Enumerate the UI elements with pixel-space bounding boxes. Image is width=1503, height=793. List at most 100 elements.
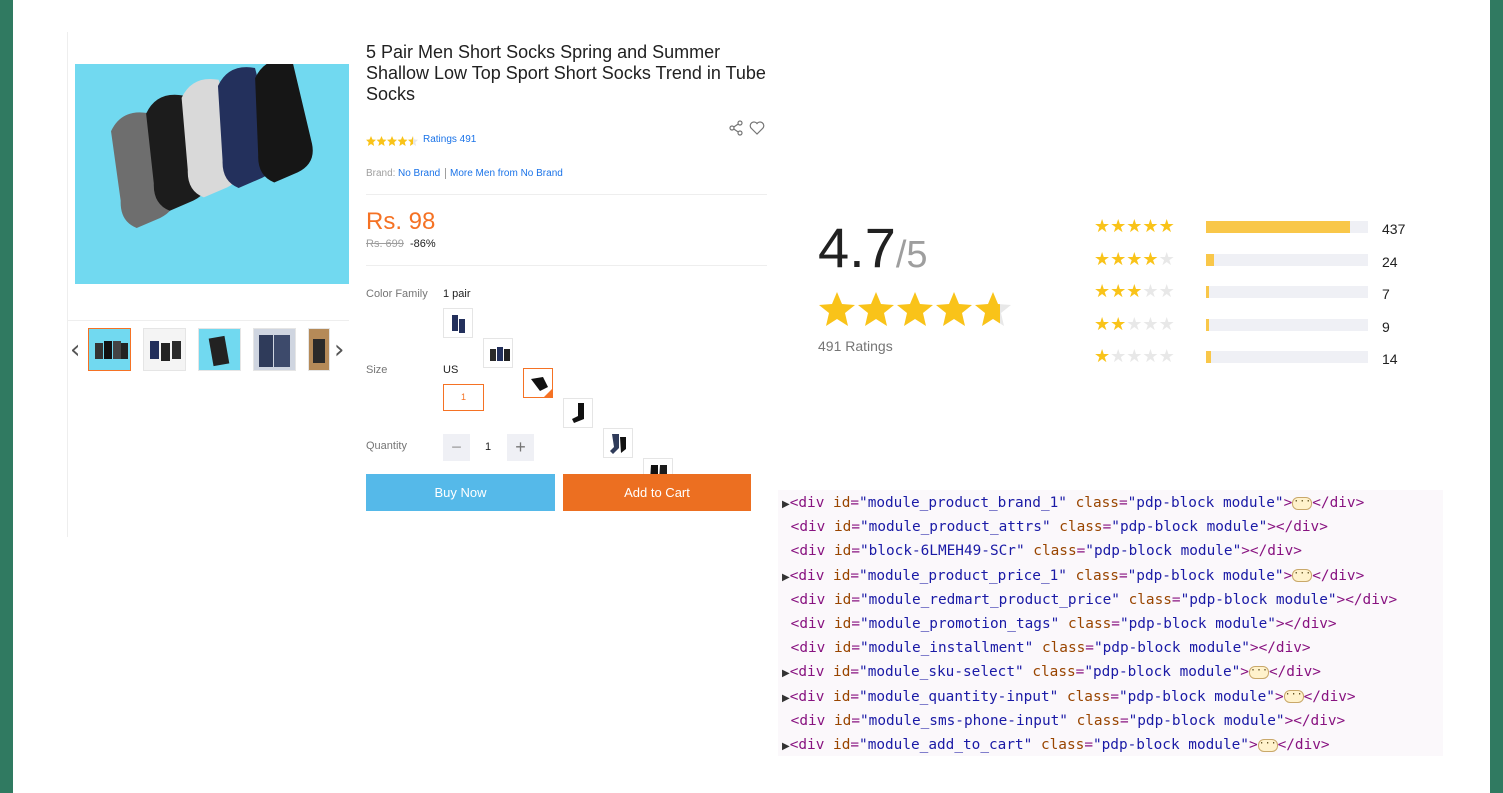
tag-open: <div bbox=[790, 591, 826, 608]
star-icon: ★ bbox=[1110, 314, 1127, 335]
breakdown-count-1: 14 bbox=[1382, 351, 1398, 367]
attr-class-value: "pdp-block module" bbox=[1084, 664, 1241, 681]
dom-node-row[interactable]: ▶<div id="module_product_price_1" class=… bbox=[782, 564, 1364, 590]
rating-score-value: 4.7 bbox=[818, 216, 896, 279]
star-icon: ★ bbox=[1110, 346, 1127, 367]
dom-node-row[interactable]: ▶<div id="module_quantity-input" class="… bbox=[782, 685, 1356, 711]
star-icon: ★ bbox=[1094, 314, 1111, 335]
dom-node-row[interactable]: <div id="module_promotion_tags" class="p… bbox=[782, 612, 1337, 636]
breakdown-bar-fill-4 bbox=[1206, 254, 1214, 266]
heart-icon[interactable] bbox=[749, 120, 765, 141]
tag-close-bracket: > bbox=[1249, 640, 1259, 657]
tag-open: <div bbox=[789, 495, 825, 511]
attr-class-value: "pdp-block module" bbox=[1111, 519, 1268, 536]
star-icon: ★ bbox=[1158, 346, 1175, 367]
attr-name: id bbox=[834, 640, 852, 657]
color-swatch-4[interactable] bbox=[563, 398, 593, 428]
ellipsis-icon[interactable]: ··· bbox=[1292, 569, 1313, 583]
equals: = bbox=[1119, 712, 1129, 729]
breakdown-bar-fill-3 bbox=[1206, 286, 1209, 298]
product-main-image[interactable] bbox=[75, 64, 349, 284]
chevron-left-icon[interactable]: ‹ bbox=[70, 337, 80, 363]
quantity-value[interactable]: 1 bbox=[478, 440, 498, 454]
thumbnail-3[interactable] bbox=[198, 328, 241, 371]
attr-name: id bbox=[834, 712, 852, 729]
dom-node-row[interactable]: ▶<div id="module_add_to_cart" class="pdp… bbox=[782, 733, 1330, 759]
attr-name: class bbox=[1033, 543, 1077, 560]
star-icon: ★ bbox=[1094, 216, 1111, 237]
add-to-cart-button[interactable]: Add to Cart bbox=[563, 474, 751, 511]
attr-id-value: "module_product_brand_1" bbox=[859, 495, 1067, 511]
size-option[interactable]: 1 bbox=[443, 384, 484, 411]
breakdown-count-4: 24 bbox=[1382, 254, 1398, 270]
color-swatch-5[interactable] bbox=[603, 428, 633, 458]
separator bbox=[366, 265, 767, 266]
attr-id-value: "block-6LMEH49-SCr" bbox=[860, 543, 1025, 560]
star-icon: ★ bbox=[1142, 281, 1159, 302]
attr-id-value: "module_sms-phone-input" bbox=[860, 712, 1068, 729]
expand-triangle-icon[interactable]: ▶ bbox=[782, 741, 790, 752]
thumbnail-5[interactable] bbox=[308, 328, 330, 371]
attr-name: class bbox=[1067, 616, 1112, 632]
tag-close-bracket: > bbox=[1275, 616, 1285, 632]
thumbnail-2[interactable] bbox=[143, 328, 186, 371]
equals: = bbox=[850, 495, 860, 511]
star-icon: ★ bbox=[1142, 314, 1159, 335]
buy-now-button[interactable]: Buy Now bbox=[366, 474, 555, 511]
breakdown-stars-1: ★★★★★ bbox=[1094, 348, 1175, 366]
color-swatch-2[interactable] bbox=[483, 338, 513, 368]
dom-node-row[interactable]: ▶<div id="module_product_brand_1" class=… bbox=[782, 491, 1364, 517]
brand-link[interactable]: No Brand bbox=[398, 168, 440, 179]
star-icon: ★ bbox=[1110, 249, 1127, 270]
share-icon[interactable] bbox=[728, 120, 744, 141]
brand-label: Brand: bbox=[366, 168, 396, 179]
tag-close: </div> bbox=[1249, 543, 1302, 560]
rating-score-max: /5 bbox=[895, 234, 928, 276]
breakdown-bar-4 bbox=[1206, 254, 1368, 266]
tag-open: <div bbox=[789, 688, 825, 705]
dom-node-row[interactable]: <div id="module_redmart_product_price" c… bbox=[782, 588, 1398, 612]
dom-node-row[interactable]: <div id="block-6LMEH49-SCr" class="pdp-b… bbox=[782, 539, 1302, 563]
dom-node-row[interactable]: <div id="module_sms-phone-input" class="… bbox=[782, 709, 1346, 733]
expand-triangle-icon[interactable]: ▶ bbox=[782, 668, 790, 679]
thumbnail-4[interactable] bbox=[253, 328, 296, 371]
quantity-decrease-button[interactable]: − bbox=[443, 434, 470, 461]
ellipsis-icon[interactable]: ··· bbox=[1248, 665, 1269, 679]
tag-open: <div bbox=[790, 519, 826, 536]
thumbnail-1[interactable] bbox=[88, 328, 131, 371]
attr-name: id bbox=[834, 616, 852, 632]
tag-close-bracket: > bbox=[1284, 712, 1294, 729]
tag-close: </div> bbox=[1268, 664, 1321, 681]
ellipsis-icon[interactable]: ··· bbox=[1257, 738, 1278, 752]
expand-triangle-icon[interactable]: ▶ bbox=[782, 693, 790, 704]
tag-open: <div bbox=[789, 567, 825, 584]
attr-class-value: "pdp-block module" bbox=[1092, 737, 1249, 753]
ellipsis-icon[interactable]: ··· bbox=[1292, 496, 1313, 510]
star-icon: ★ bbox=[1158, 249, 1175, 270]
color-swatch-3[interactable] bbox=[523, 368, 553, 398]
color-swatch-1[interactable] bbox=[443, 308, 473, 338]
ratings-link[interactable]: Ratings 491 bbox=[423, 134, 476, 145]
expand-triangle-icon[interactable]: ▶ bbox=[782, 572, 790, 583]
chevron-right-icon[interactable]: › bbox=[334, 337, 344, 363]
more-from-brand-link[interactable]: More Men from No Brand bbox=[450, 168, 563, 179]
expand-triangle-icon[interactable]: ▶ bbox=[782, 499, 790, 510]
breakdown-bar-1 bbox=[1206, 351, 1368, 363]
attr-id-value: "module_quantity-input" bbox=[859, 688, 1059, 705]
breakdown-stars-4: ★★★★★ bbox=[1094, 251, 1175, 269]
equals: = bbox=[1085, 640, 1094, 657]
quantity-increase-button[interactable]: + bbox=[507, 434, 534, 461]
ellipsis-icon[interactable]: ··· bbox=[1283, 690, 1304, 704]
dom-node-row[interactable]: <div id="module_product_attrs" class="pd… bbox=[782, 515, 1328, 539]
quantity-label: Quantity bbox=[366, 440, 407, 452]
dom-node-row[interactable]: ▶<div id="module_sku-select" class="pdp-… bbox=[782, 660, 1321, 686]
attr-id-value: "module_promotion_tags" bbox=[860, 616, 1060, 632]
dom-node-row[interactable]: <div id="module_installment" class="pdp-… bbox=[782, 636, 1311, 660]
